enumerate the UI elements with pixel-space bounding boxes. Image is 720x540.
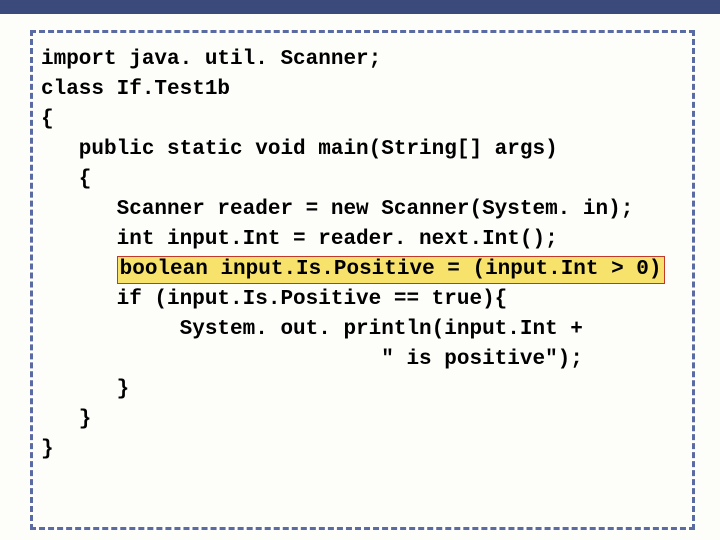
code-line: if (input.Is.Positive == true){ [41, 285, 684, 315]
code-line: import java. util. Scanner; [41, 45, 684, 75]
highlighted-code: boolean input.Is.Positive = (input.Int >… [117, 256, 665, 284]
code-line: System. out. println(input.Int + [41, 315, 684, 345]
code-line: { [41, 105, 684, 135]
code-line: } [41, 375, 684, 405]
code-line: public static void main(String[] args) [41, 135, 684, 165]
code-indent [41, 258, 117, 281]
header-bar [0, 0, 720, 14]
code-line-highlighted: boolean input.Is.Positive = (input.Int >… [41, 255, 684, 285]
code-line: } [41, 435, 684, 465]
code-line: { [41, 165, 684, 195]
code-line: class If.Test1b [41, 75, 684, 105]
code-line: } [41, 405, 684, 435]
code-line: Scanner reader = new Scanner(System. in)… [41, 195, 684, 225]
code-container: import java. util. Scanner; class If.Tes… [30, 30, 695, 530]
code-line: int input.Int = reader. next.Int(); [41, 225, 684, 255]
code-line: " is positive"); [41, 345, 684, 375]
